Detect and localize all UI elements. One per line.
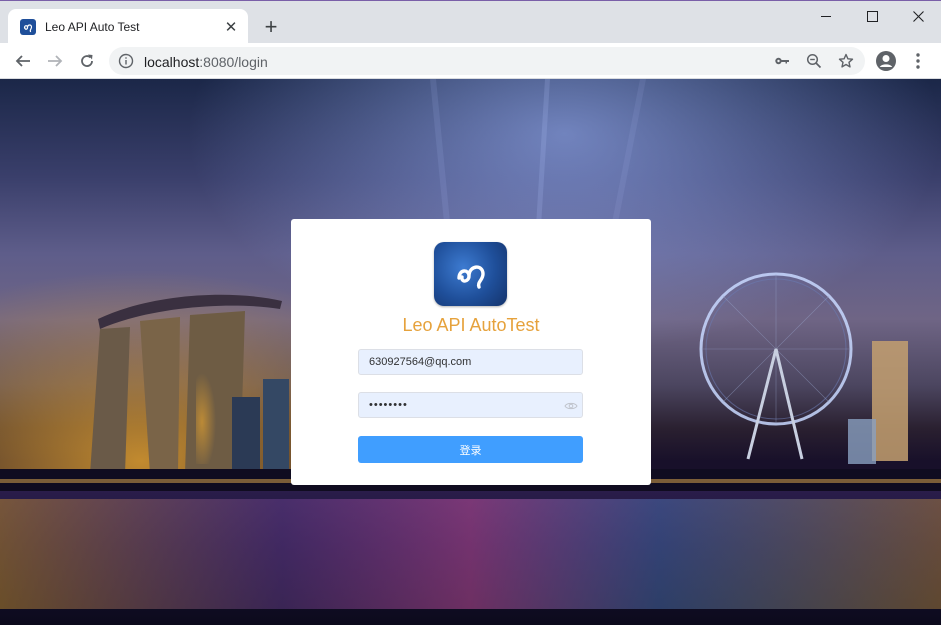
browser-toolbar: localhost:8080/login (0, 43, 941, 79)
address-bar[interactable]: localhost:8080/login (109, 47, 865, 75)
password-field[interactable]: •••••••• (358, 392, 583, 418)
leo-logo-icon (434, 242, 507, 306)
menu-icon[interactable] (910, 51, 926, 71)
key-icon[interactable] (773, 52, 791, 70)
page-viewport: Leo API AutoTest 630927564@qq.com ••••••… (0, 79, 941, 625)
minimize-icon[interactable] (803, 1, 849, 31)
forward-arrow-icon[interactable] (41, 47, 69, 75)
eye-icon[interactable] (564, 399, 578, 413)
url-host: localhost (144, 54, 200, 70)
password-value: •••••••• (369, 399, 408, 411)
back-arrow-icon[interactable] (9, 47, 37, 75)
url-text[interactable]: localhost:8080/login (144, 54, 268, 70)
login-button[interactable]: 登录 (358, 436, 583, 463)
browser-tab[interactable]: Leo API Auto Test ✕ (8, 9, 248, 44)
tab-close-icon[interactable]: ✕ (222, 18, 240, 36)
browser-titlebar: Leo API Auto Test ✕ + (0, 0, 941, 44)
zoom-out-icon[interactable] (805, 52, 823, 70)
tab-favicon-icon (20, 18, 36, 35)
window-close-icon[interactable] (895, 1, 941, 31)
url-path: :8080/login (199, 54, 268, 70)
info-icon[interactable] (118, 53, 134, 69)
new-tab-button[interactable]: + (259, 15, 283, 39)
tab-title: Leo API Auto Test (45, 19, 140, 34)
profile-icon[interactable] (875, 50, 897, 72)
app-title: Leo API AutoTest (402, 315, 540, 335)
login-card: Leo API AutoTest 630927564@qq.com ••••••… (291, 219, 651, 485)
email-field[interactable]: 630927564@qq.com (358, 349, 583, 375)
bookmark-star-icon[interactable] (837, 52, 855, 70)
maximize-icon[interactable] (849, 1, 895, 31)
reload-icon[interactable] (73, 47, 101, 75)
